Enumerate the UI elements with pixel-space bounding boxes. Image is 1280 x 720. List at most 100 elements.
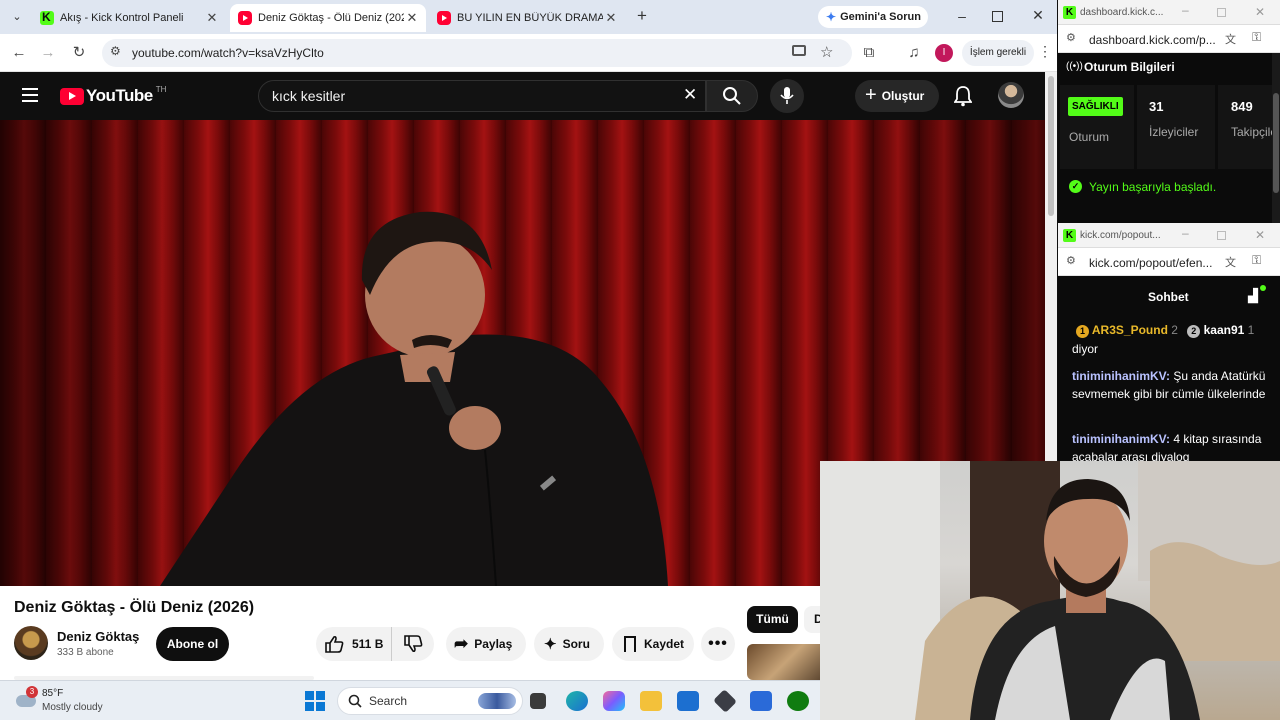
close-window-icon[interactable]: ✕: [1028, 7, 1048, 25]
password-key-icon[interactable]: ⚿: [1252, 30, 1261, 45]
taskbar-search-box[interactable]: Search: [337, 687, 523, 715]
close-window-icon[interactable]: ✕: [1255, 5, 1265, 19]
close-tab-icon[interactable]: ✕: [603, 10, 619, 26]
action-required-button[interactable]: İşlem gerekli: [962, 40, 1034, 66]
close-window-icon[interactable]: ✕: [1255, 228, 1265, 242]
chrome-menu-icon[interactable]: ⋮: [1038, 43, 1052, 60]
minimize-icon[interactable]: –: [1182, 226, 1189, 240]
share-button[interactable]: ➦ Paylaş: [446, 627, 526, 661]
like-button[interactable]: 511 B: [316, 627, 392, 661]
chat-address-bar[interactable]: ⚙ kick.com/popout/efen... 文 ⚿: [1058, 248, 1280, 276]
dashboard-scrollbar[interactable]: [1272, 53, 1280, 223]
maximize-icon[interactable]: [992, 11, 1003, 22]
search-button[interactable]: [706, 80, 758, 112]
password-key-icon[interactable]: ⚿: [1252, 253, 1261, 268]
hamburger-menu-icon[interactable]: [22, 88, 38, 102]
tab-youtube-video[interactable]: Deniz Göktaş - Ölü Deniz (2026 ✕: [230, 4, 426, 32]
dashboard-address-bar[interactable]: ⚙ dashboard.kick.com/p... 文 ⚿: [1058, 25, 1280, 53]
site-info-icon[interactable]: ⚙: [1066, 254, 1076, 267]
thumbs-down-icon: [404, 635, 423, 653]
gemini-button[interactable]: ✦ Gemini'a Sorun: [818, 6, 928, 28]
viewers-label: İzleyiciler: [1149, 125, 1199, 139]
app-cube-icon[interactable]: [713, 689, 737, 713]
save-label: Kaydet: [644, 637, 685, 651]
kick-favicon-icon: K: [1063, 229, 1076, 242]
leaderboard-user[interactable]: kaan91: [1204, 323, 1245, 337]
chat-url: kick.com/popout/efen...: [1089, 256, 1213, 270]
forward-arrow-icon[interactable]: →: [38, 43, 58, 63]
close-tab-icon[interactable]: ✕: [204, 10, 220, 26]
profile-avatar[interactable]: I: [935, 44, 953, 62]
tab-title: Akış - Kick Kontrol Paneli: [60, 12, 184, 24]
address-bar[interactable]: ⚙ youtube.com/watch?v=ksaVzHyClto ☆: [102, 39, 852, 67]
more-actions-button[interactable]: •••: [701, 627, 735, 661]
leaderboard-user[interactable]: AR3S_Pound: [1092, 323, 1168, 337]
maximize-icon[interactable]: [1217, 8, 1226, 17]
chat-message-continuation: diyor: [1072, 342, 1099, 356]
status-badge: SAĞLIKLI: [1068, 97, 1123, 116]
share-label: Paylaş: [474, 637, 513, 651]
tab-youtube-drama[interactable]: BU YILIN EN BÜYÜK DRAMASI: ✕: [429, 4, 625, 32]
tab-search-dropdown-icon[interactable]: ⌄: [8, 8, 26, 26]
search-input[interactable]: kıck kesitler ✕: [258, 80, 706, 112]
xbox-icon[interactable]: [787, 691, 809, 711]
browser-toolbar: ← → ↻ ⚙ youtube.com/watch?v=ksaVzHyClto …: [0, 34, 1057, 72]
copilot-icon[interactable]: [603, 691, 625, 711]
kick-favicon-icon: K: [1063, 6, 1076, 19]
viewers-value: 31: [1149, 99, 1164, 114]
tab-title: Deniz Göktaş - Ölü Deniz (2026: [258, 12, 404, 24]
minimize-icon[interactable]: –: [952, 8, 972, 26]
site-info-icon[interactable]: ⚙: [110, 44, 121, 58]
search-query: kıck kesitler: [272, 88, 346, 104]
visual-studio-icon[interactable]: [750, 691, 772, 711]
ask-button[interactable]: ✦ Soru: [534, 627, 604, 661]
clear-search-icon[interactable]: ✕: [683, 85, 697, 105]
windows-taskbar: 3 85°F Mostly cloudy Search: [0, 680, 820, 720]
back-arrow-icon[interactable]: ←: [9, 43, 29, 63]
site-info-icon[interactable]: ⚙: [1066, 31, 1076, 44]
tab-kick-dashboard[interactable]: Akış - Kick Kontrol Paneli ✕: [32, 4, 226, 32]
bookmark-icon: [624, 636, 636, 656]
youtube-favicon-icon: [437, 11, 451, 25]
subscribe-button[interactable]: Abone ol: [156, 627, 229, 661]
new-tab-button[interactable]: +: [632, 6, 652, 26]
minimize-icon[interactable]: –: [1182, 3, 1189, 17]
save-button[interactable]: Kaydet: [612, 627, 694, 661]
youtube-logo[interactable]: YouTube TH: [60, 85, 166, 106]
notifications-bell-icon[interactable]: [953, 85, 973, 107]
followers-value: 849: [1231, 99, 1253, 114]
leaderboard-icon[interactable]: ▟: [1248, 288, 1258, 304]
chat-username[interactable]: tiniminihanimKV:: [1072, 369, 1170, 383]
bookmark-star-icon[interactable]: ☆: [820, 43, 833, 61]
task-view-icon[interactable]: [530, 693, 546, 709]
start-button[interactable]: [305, 691, 325, 711]
microsoft-store-icon[interactable]: [677, 691, 699, 711]
translate-icon[interactable]: 文: [1225, 31, 1236, 47]
weather-widget[interactable]: 3 85°F Mostly cloudy: [14, 686, 134, 718]
extensions-icon[interactable]: ⧉: [859, 43, 879, 63]
taskbar-search-label: Search: [369, 694, 408, 708]
create-button[interactable]: + Oluştur: [855, 80, 939, 112]
reload-icon[interactable]: ↻: [69, 43, 89, 63]
webcam-frame-streamer: [820, 461, 1280, 720]
chip-all[interactable]: Tümü: [747, 606, 798, 633]
media-control-icon[interactable]: ♫: [904, 43, 924, 63]
maximize-icon[interactable]: [1217, 231, 1226, 240]
microphone-icon: [780, 87, 794, 104]
close-tab-icon[interactable]: ✕: [404, 10, 420, 26]
translate-icon[interactable]: 文: [1225, 254, 1236, 270]
thumbs-up-icon: [325, 635, 344, 653]
like-dislike-group: 511 B: [316, 627, 434, 661]
dislike-button[interactable]: [392, 627, 434, 661]
channel-name[interactable]: Deniz Göktaş: [57, 629, 139, 644]
account-avatar[interactable]: [998, 82, 1024, 108]
youtube-play-icon: [60, 87, 84, 105]
file-explorer-icon[interactable]: [640, 691, 662, 711]
install-app-icon[interactable]: [792, 45, 806, 56]
chat-content: Sohbet ▟ 1 AR3S_Pound 2 2 kaan91 1 diyor…: [1058, 276, 1280, 461]
edge-browser-icon[interactable]: [566, 691, 588, 711]
channel-avatar[interactable]: [14, 626, 48, 660]
gemini-sparkle-icon: ✦: [826, 10, 837, 24]
chat-username[interactable]: tiniminihanimKV:: [1072, 432, 1170, 446]
voice-search-button[interactable]: [770, 79, 804, 113]
